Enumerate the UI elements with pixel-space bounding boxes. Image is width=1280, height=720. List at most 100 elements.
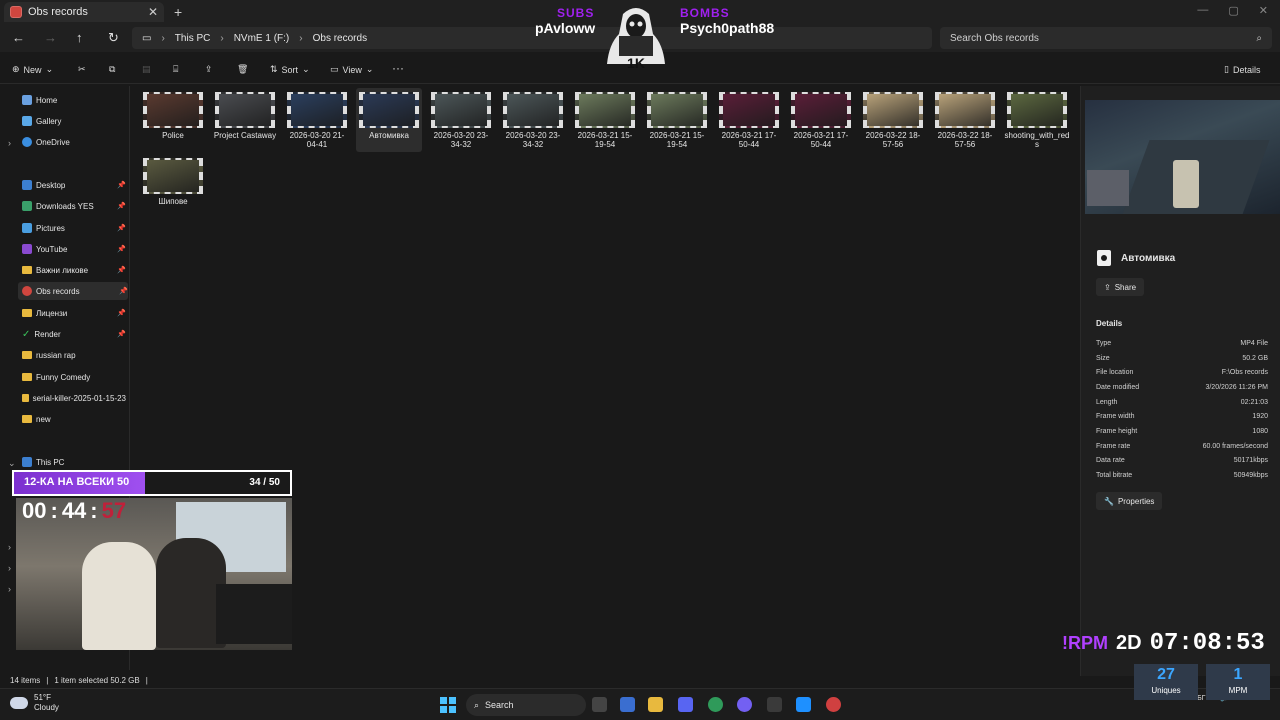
breadcrumb[interactable]: ▭ › This PC › NVmE 1 (F:) › Obs records (132, 27, 932, 49)
sort-button[interactable]: ⇅ Sort ⌄ (270, 64, 310, 75)
minimize-icon[interactable]: — (1197, 4, 1208, 17)
file-item[interactable]: Шипове (140, 154, 206, 218)
back-icon[interactable]: ← (12, 30, 25, 45)
details-label: Details (1232, 64, 1261, 75)
sidebar-item-label: YouTube (36, 244, 68, 254)
file-item[interactable]: 2026-03-21 15-19-54 (644, 88, 710, 152)
monitor-icon: ▭ (142, 32, 152, 44)
details-pane-button[interactable]: ▯ Details (1224, 64, 1260, 75)
task-view-icon[interactable] (592, 697, 607, 712)
file-item[interactable]: Автомивка (356, 88, 422, 152)
details-value: 50171kbps (1233, 457, 1268, 465)
sidebar-item-russian-rap[interactable]: russian rap (22, 346, 126, 364)
sidebar-item-obs-records[interactable]: Obs records 📌 (18, 282, 128, 300)
file-item[interactable]: 2026-03-21 17-50-44 (788, 88, 854, 152)
rename-icon[interactable]: ⌸ (173, 64, 178, 75)
forward-icon[interactable]: → (44, 30, 57, 45)
details-value: MP4 File (1240, 339, 1268, 347)
file-item[interactable]: shooting_with_reds (1004, 88, 1070, 152)
refresh-icon[interactable]: ↻ (108, 30, 119, 46)
share-icon[interactable]: ⇪ (205, 64, 213, 75)
file-item[interactable]: 2026-03-21 17-50-44 (716, 88, 782, 152)
sidebar-item-label: Downloads YES (36, 201, 94, 211)
sidebar-item-onedrive[interactable]: OneDrive (22, 133, 126, 151)
file-item[interactable]: 2026-03-20 23-34-32 (500, 88, 566, 152)
file-item[interactable]: 2026-03-22 18-57-56 (932, 88, 998, 152)
chevron-right-icon[interactable]: › (8, 542, 11, 552)
file-explorer-icon[interactable] (648, 697, 663, 712)
file-item[interactable]: 2026-03-20 21-04-41 (284, 88, 350, 152)
chevron-right-icon[interactable]: › (8, 584, 11, 594)
viber-icon[interactable] (737, 697, 752, 712)
tab-obs-records[interactable]: Obs records ✕ (4, 2, 164, 22)
rpm-gear: 2D (1116, 632, 1142, 654)
file-name: 2026-03-21 17-50-44 (721, 131, 777, 149)
crumb-obs-records[interactable]: Obs records (313, 33, 367, 44)
discord-icon[interactable] (678, 697, 693, 712)
details-key: Frame rate (1096, 442, 1131, 450)
widgets-icon[interactable] (620, 697, 635, 712)
file-item[interactable]: 2026-03-22 18-57-56 (860, 88, 926, 152)
pin-icon[interactable]: 📌 (119, 287, 128, 295)
chrome-canary-icon[interactable] (826, 697, 841, 712)
sidebar-item-serial-killer[interactable]: serial-killer-2025-01-15-23 (22, 389, 126, 407)
chevron-right-icon[interactable]: › (8, 138, 11, 148)
copy-icon[interactable]: ⧉ (109, 64, 115, 75)
pin-icon[interactable]: 📌 (117, 202, 126, 210)
sidebar-item-pictures[interactable]: Pictures 📌 (22, 219, 126, 237)
sidebar-item-vazhni-likove[interactable]: Важни ликове 📌 (22, 261, 126, 279)
sidebar-item-licenzi[interactable]: Лицензи 📌 (22, 304, 126, 322)
cut-icon[interactable]: ✂ (78, 64, 86, 75)
new-tab-button[interactable]: + (174, 4, 182, 20)
crumb-drive[interactable]: NVmE 1 (F:) (234, 33, 290, 44)
sidebar-item-label: russian rap (36, 350, 76, 360)
up-icon[interactable]: ↑ (76, 30, 83, 45)
sidebar-item-gallery[interactable]: Gallery (22, 112, 126, 130)
sidebar-item-new[interactable]: new (22, 410, 126, 428)
pin-icon[interactable]: 📌 (117, 330, 126, 338)
delete-icon[interactable]: 🗑 (237, 64, 248, 75)
close-tab-icon[interactable]: ✕ (148, 5, 158, 19)
crumb-this-pc[interactable]: This PC (175, 33, 211, 44)
file-name: Шипове (158, 197, 188, 206)
file-item[interactable]: Project Castaway (212, 88, 278, 152)
more-options-button[interactable]: ··· (392, 61, 404, 75)
pin-icon[interactable]: 📌 (117, 266, 126, 274)
sidebar-item-funny-comedy[interactable]: Funny Comedy (22, 368, 126, 386)
vpn-icon[interactable] (796, 697, 811, 712)
sidebar-item-youtube[interactable]: YouTube 📌 (22, 240, 126, 258)
taskbar-search[interactable]: ⌕ Search (466, 694, 586, 716)
pin-icon[interactable]: 📌 (117, 309, 126, 317)
window-controls: — ▢ ✕ (1197, 4, 1268, 17)
properties-button[interactable]: 🔧 Properties (1096, 492, 1163, 510)
sidebar-item-this-pc[interactable]: This PC (22, 453, 126, 471)
video-thumbnail (359, 92, 419, 128)
sidebar-item-downloads[interactable]: Downloads YES 📌 (22, 197, 126, 215)
start-button[interactable] (440, 697, 456, 713)
pictures-icon (22, 223, 32, 233)
view-icon: ▭ (330, 64, 339, 74)
weather-widget[interactable]: 51°F Cloudy (10, 693, 59, 713)
pin-icon[interactable]: 📌 (117, 224, 126, 232)
sidebar-item-desktop[interactable]: Desktop 📌 (22, 176, 126, 194)
chrome-icon[interactable] (708, 697, 723, 712)
new-button[interactable]: ⊕ New ⌄ (12, 64, 53, 75)
file-item[interactable]: Police (140, 88, 206, 152)
chevron-right-icon[interactable]: › (8, 563, 11, 573)
pin-icon[interactable]: 📌 (117, 245, 126, 253)
maximize-icon[interactable]: ▢ (1228, 4, 1238, 17)
file-item[interactable]: 2026-03-21 15-19-54 (572, 88, 638, 152)
file-item[interactable]: 2026-03-20 23-34-32 (428, 88, 494, 152)
share-button[interactable]: ⇪ Share (1096, 278, 1145, 296)
paste-icon[interactable]: ▤ (142, 64, 151, 75)
sidebar-item-home[interactable]: Home (22, 91, 126, 109)
app-icon[interactable] (767, 697, 782, 712)
tab-title: Obs records (28, 6, 88, 18)
chevron-down-icon[interactable]: ⌄ (8, 458, 16, 469)
search-input[interactable]: Search Obs records ⌕ (940, 27, 1272, 49)
pin-icon[interactable]: 📌 (117, 181, 126, 189)
close-icon[interactable]: ✕ (1259, 4, 1268, 17)
sidebar-item-render[interactable]: ✓ Render 📌 (22, 325, 126, 343)
view-button[interactable]: ▭ View ⌄ (330, 64, 373, 75)
properties-label: Properties (1117, 496, 1155, 506)
